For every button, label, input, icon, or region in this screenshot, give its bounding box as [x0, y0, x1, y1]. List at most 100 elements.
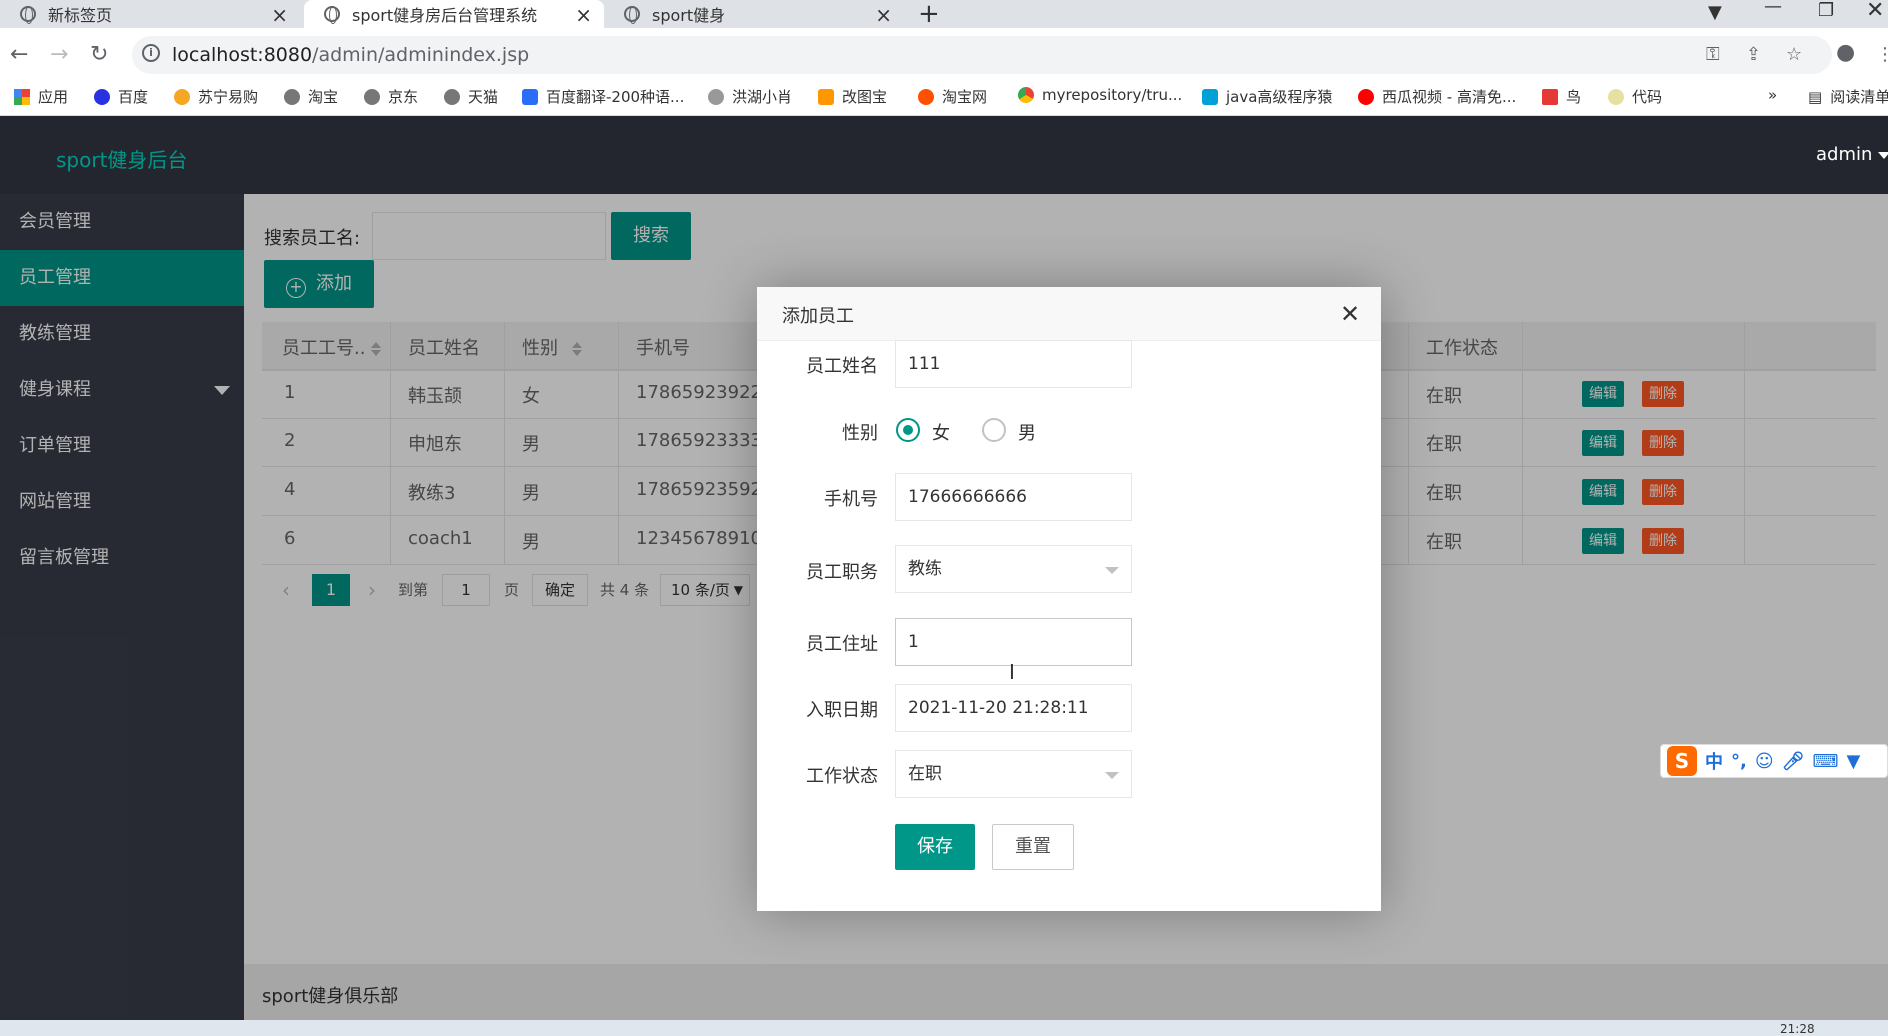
bookmark-label: java高级程序猿	[1226, 88, 1333, 106]
back-icon[interactable]: ←	[10, 42, 28, 67]
share-icon[interactable]: ⇪	[1746, 44, 1761, 65]
bookmark-label: 淘宝网	[942, 88, 988, 106]
bookmark-label: 天猫	[468, 88, 499, 106]
bookmark-suning[interactable]: 苏宁易购	[174, 86, 258, 107]
bookmark-niao[interactable]: 鸟	[1542, 86, 1581, 107]
hire-date-field[interactable]: 2021-11-20 21:28:11	[895, 684, 1132, 732]
reset-button[interactable]: 重置	[992, 824, 1074, 870]
key-icon[interactable]: ⚿	[1706, 44, 1720, 65]
gender-male-radio[interactable]	[982, 418, 1006, 442]
profile-dropdown-icon[interactable]: ▼	[1708, 2, 1722, 23]
address-field[interactable]: 1	[895, 618, 1132, 666]
status-select[interactable]: 在职	[895, 750, 1132, 798]
close-tab-icon[interactable]: ×	[875, 3, 892, 27]
close-icon[interactable]: ✕	[1340, 300, 1360, 328]
status-label: 工作状态	[806, 766, 878, 787]
ime-punctuation[interactable]: °,	[1731, 751, 1747, 772]
menu-icon[interactable]: ⋮	[1876, 44, 1888, 65]
bookmark-fanyi[interactable]: 百度翻译-200种语...	[522, 86, 684, 107]
reading-list[interactable]: ▤ 阅读清单	[1808, 86, 1888, 107]
bookmark-tmall[interactable]: 天猫	[444, 86, 498, 107]
apps-icon	[14, 88, 30, 105]
minimize-icon[interactable]: —	[1764, 0, 1782, 17]
name-field[interactable]: 111	[895, 340, 1132, 388]
bookmark-honghu[interactable]: 洪湖小肖	[708, 86, 792, 107]
close-tab-icon[interactable]: ×	[575, 3, 592, 27]
bookmark-icon	[708, 88, 724, 105]
taskbar	[0, 1020, 1888, 1036]
bookmark-taobao[interactable]: 淘宝	[284, 86, 338, 107]
microphone-icon[interactable]: 🎤︎	[1782, 751, 1805, 772]
position-select[interactable]: 教练	[895, 545, 1132, 593]
bookmark-label: 京东	[388, 88, 419, 106]
bookmark-apps[interactable]: 应用	[14, 86, 68, 107]
bookmark-icon	[1608, 88, 1624, 105]
ime-toolbar[interactable]: S 中 °, ☺ 🎤︎ ⌨ ▼	[1660, 744, 1888, 778]
bookmark-taobaowang[interactable]: 淘宝网	[918, 86, 987, 107]
bookmarks-more-button[interactable]: »	[1768, 86, 1777, 104]
position-value: 教练	[908, 559, 942, 579]
gender-female-radio[interactable]	[896, 418, 920, 442]
app-logo[interactable]: sport健身后台	[56, 144, 187, 173]
bookmark-xigua[interactable]: 西瓜视频 - 高清免...	[1358, 86, 1516, 107]
sogou-icon[interactable]: S	[1667, 746, 1697, 776]
close-tab-icon[interactable]: ×	[271, 3, 288, 27]
bookmark-label: 百度翻译-200种语...	[546, 88, 685, 106]
emoji-icon[interactable]: ☺	[1755, 751, 1774, 772]
star-icon[interactable]: ☆	[1786, 44, 1802, 65]
shirt-icon[interactable]: ▼	[1846, 751, 1860, 772]
bookmark-jd[interactable]: 京东	[364, 86, 418, 107]
account-icon[interactable]: ●	[1836, 40, 1855, 65]
forward-icon[interactable]: →	[50, 42, 68, 67]
user-menu[interactable]: admin	[1816, 144, 1888, 165]
bookmark-baidu[interactable]: 百度	[94, 86, 148, 107]
bookmark-label: 应用	[38, 88, 69, 106]
text-cursor-icon: I	[1009, 660, 1015, 684]
bookmark-label: myrepository/tru...	[1042, 86, 1183, 104]
bilibili-icon	[1202, 88, 1218, 105]
globe-icon	[624, 6, 640, 24]
tab-admin[interactable]: sport健身房后台管理系统 ×	[304, 0, 604, 28]
restore-icon[interactable]: ❐	[1818, 0, 1834, 21]
bird-icon	[1542, 88, 1558, 105]
chrome-icon	[20, 6, 36, 24]
tab-label: sport健身房后台管理系统	[352, 6, 538, 25]
tab-label: 新标签页	[48, 6, 113, 25]
chevron-down-icon	[1105, 772, 1119, 779]
baidu-icon	[94, 88, 110, 105]
gaitubao-icon	[818, 88, 834, 105]
chevron-down-icon	[1878, 151, 1888, 159]
bookmark-code[interactable]: 代码	[1608, 86, 1662, 107]
reload-icon[interactable]: ↻	[90, 42, 108, 67]
position-label: 员工职务	[806, 562, 878, 583]
phone-field[interactable]: 17666666666	[895, 473, 1132, 521]
bookmark-java[interactable]: java高级程序猿	[1202, 86, 1332, 107]
bookmark-gaitubao[interactable]: 改图宝	[818, 86, 887, 107]
keyboard-icon[interactable]: ⌨	[1812, 751, 1838, 772]
url-text[interactable]: localhost:8080/admin/adminindex.jsp	[172, 44, 529, 66]
gender-female-label[interactable]: 女	[932, 419, 950, 445]
bookmark-label: 代码	[1632, 88, 1663, 106]
globe-icon	[284, 88, 300, 105]
save-button[interactable]: 保存	[895, 824, 975, 870]
suning-icon	[174, 88, 190, 105]
bookmark-label: 淘宝	[308, 88, 339, 106]
hire-date-label: 入职日期	[806, 700, 878, 721]
tab-sport[interactable]: sport健身 ×	[604, 0, 904, 28]
ime-mode[interactable]: 中	[1705, 748, 1723, 774]
globe-icon	[444, 88, 460, 105]
bookmark-label: 苏宁易购	[198, 88, 259, 106]
bookmark-label: 鸟	[1566, 88, 1582, 106]
taobao-icon	[918, 88, 934, 105]
close-window-icon[interactable]: ✕	[1866, 0, 1884, 23]
status-value: 在职	[908, 764, 942, 784]
tab-new[interactable]: 新标签页 ×	[0, 0, 300, 28]
name-label: 员工姓名	[806, 356, 878, 377]
new-tab-button[interactable]: +	[918, 0, 940, 29]
info-icon[interactable]: i	[142, 44, 160, 62]
bookmark-label: 西瓜视频 - 高清免...	[1382, 88, 1517, 106]
user-name: admin	[1816, 144, 1873, 165]
gender-male-label[interactable]: 男	[1018, 419, 1036, 445]
bookmark-myrepository[interactable]: myrepository/tru...	[1018, 86, 1182, 104]
gender-label: 性别	[842, 423, 878, 444]
